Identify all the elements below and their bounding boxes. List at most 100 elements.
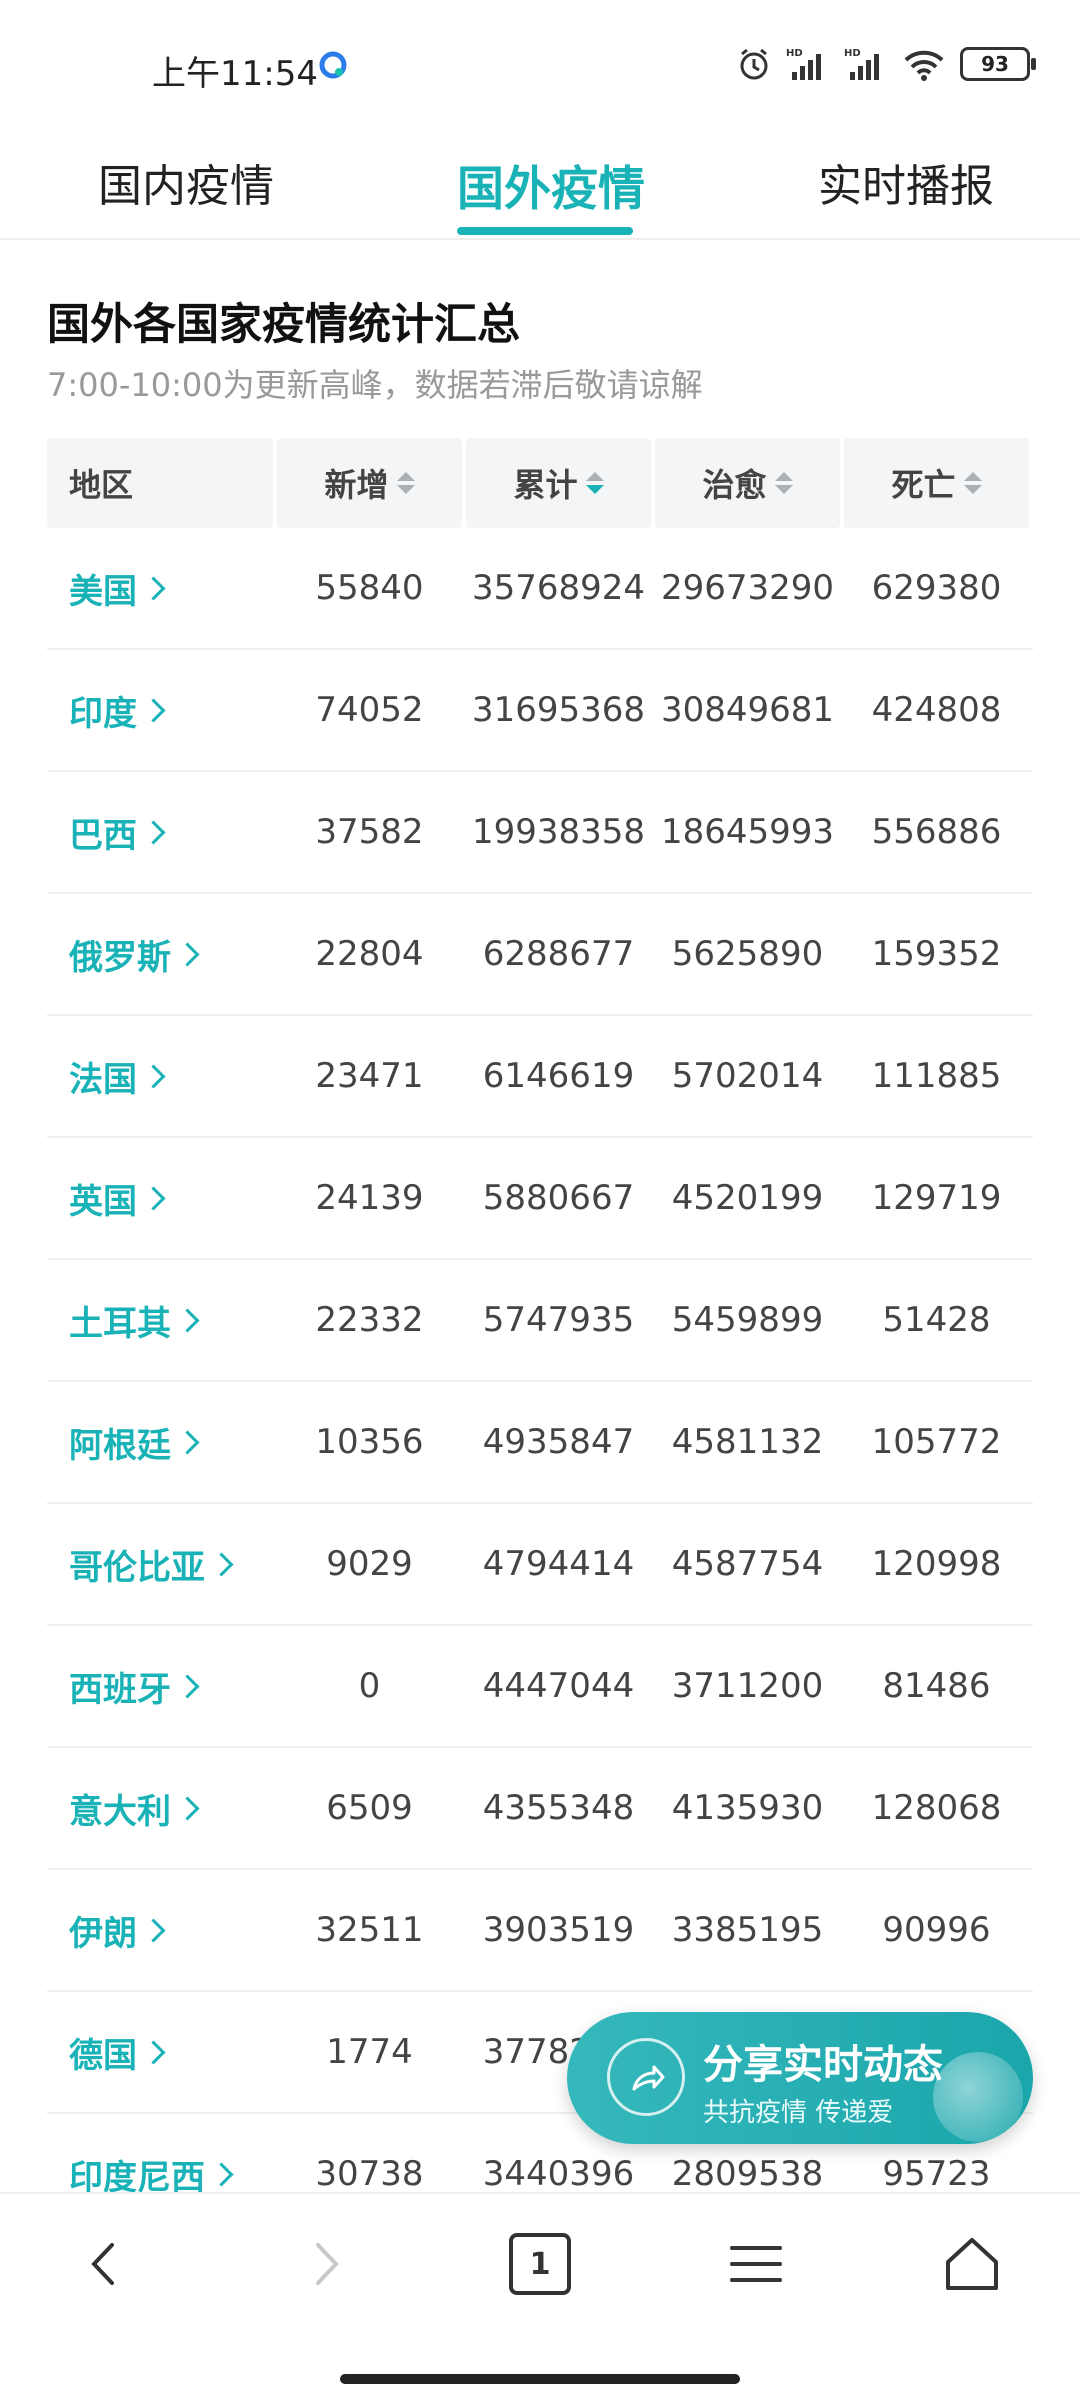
recovered-cell: 3711200 (671, 1666, 824, 1706)
svg-text:HD: HD (786, 48, 803, 59)
recovered-cell: 2809538 (671, 2154, 824, 2194)
signal-hd-icon-1: HD (786, 46, 830, 82)
table-row: 俄罗斯 22804 6288677 5625890 159352 (47, 894, 1033, 1016)
tab-overseas[interactable]: 国外疫情 (457, 150, 645, 219)
country-link[interactable]: 英国 (47, 1174, 273, 1223)
chevron-right-icon (209, 2161, 234, 2187)
new-cases-cell: 6509 (326, 1788, 413, 1828)
country-link[interactable]: 意大利 (47, 1784, 273, 1833)
status-icons: HD HD 93 (736, 46, 1036, 82)
status-time: 上午11:54 (152, 54, 318, 94)
new-cases-cell: 9029 (326, 1544, 413, 1584)
deaths-cell: 51428 (882, 1300, 991, 1340)
chevron-right-icon (175, 1429, 200, 1455)
top-tabs: 国内疫情 国外疫情 实时播报 (0, 130, 1080, 240)
forward-arrow-icon (316, 2243, 339, 2285)
total-cases-cell: 5747935 (482, 1300, 635, 1340)
recovered-cell: 30849681 (660, 690, 835, 730)
tabs-button[interactable]: 1 (500, 2224, 580, 2304)
alarm-icon (736, 46, 772, 82)
country-link[interactable]: 法国 (47, 1052, 273, 1101)
total-cases-cell: 6146619 (482, 1056, 635, 1096)
back-arrow-icon (91, 2243, 114, 2285)
country-link[interactable]: 美国 (47, 564, 273, 613)
table-row: 法国 23471 6146619 5702014 111885 (47, 1016, 1033, 1138)
new-cases-cell: 32511 (315, 1910, 424, 1950)
chevron-right-icon (141, 1917, 166, 1943)
country-link[interactable]: 印度 (47, 686, 273, 735)
status-bar: 上午11:54 HD HD 93 (0, 0, 1080, 130)
chevron-right-icon (141, 697, 166, 723)
new-cases-cell: 1774 (326, 2032, 413, 2072)
svg-text:HD: HD (844, 48, 861, 59)
total-cases-cell: 4355348 (482, 1788, 635, 1828)
deaths-cell: 424808 (871, 690, 1002, 730)
recovered-cell: 18645993 (660, 812, 835, 852)
table-row: 英国 24139 5880667 4520199 129719 (47, 1138, 1033, 1260)
browser-bottom-nav: 1 (0, 2192, 1080, 2330)
sort-icon (963, 472, 982, 494)
back-button[interactable] (64, 2224, 144, 2304)
recovered-cell: 4581132 (671, 1422, 824, 1462)
header-recovered[interactable]: 治愈 (655, 438, 840, 528)
chevron-right-icon (175, 1673, 200, 1699)
chevron-right-icon (175, 941, 200, 967)
forward-button[interactable] (286, 2224, 366, 2304)
total-cases-cell: 4935847 (482, 1422, 635, 1462)
recovered-cell: 4587754 (671, 1544, 824, 1584)
recovered-cell: 29673290 (660, 568, 835, 608)
tab-live-updates[interactable]: 实时播报 (818, 150, 994, 214)
share-live-button[interactable]: 分享实时动态 共抗疫情 传递爱 (567, 2012, 1033, 2144)
app-notification-icon (318, 50, 348, 80)
table-body: 美国 55840 35768924 29673290 629380 印度 740… (47, 528, 1033, 2236)
country-link[interactable]: 俄罗斯 (47, 930, 273, 979)
deaths-cell: 105772 (871, 1422, 1002, 1462)
deaths-cell: 556886 (871, 812, 1002, 852)
tab-domestic[interactable]: 国内疫情 (98, 150, 274, 214)
sort-active-icon (585, 472, 604, 494)
table-row: 巴西 37582 19938358 18645993 556886 (47, 772, 1033, 894)
deaths-cell: 120998 (871, 1544, 1002, 1584)
total-cases-cell: 6288677 (482, 934, 635, 974)
country-link[interactable]: 巴西 (47, 808, 273, 857)
battery-indicator: 93 (960, 47, 1036, 81)
country-link[interactable]: 哥伦比亚 (47, 1540, 273, 1589)
new-cases-cell: 74052 (315, 690, 424, 730)
deaths-cell: 159352 (871, 934, 1002, 974)
table-row: 阿根廷 10356 4935847 4581132 105772 (47, 1382, 1033, 1504)
country-link[interactable]: 西班牙 (47, 1662, 273, 1711)
table-row: 伊朗 32511 3903519 3385195 90996 (47, 1870, 1033, 1992)
country-link[interactable]: 伊朗 (47, 1906, 273, 1955)
new-cases-cell: 55840 (315, 568, 424, 608)
table-row: 意大利 6509 4355348 4135930 128068 (47, 1748, 1033, 1870)
deaths-cell: 111885 (871, 1056, 1002, 1096)
table-row: 哥伦比亚 9029 4794414 4587754 120998 (47, 1504, 1033, 1626)
table-row: 西班牙 0 4447044 3711200 81486 (47, 1626, 1033, 1748)
country-link[interactable]: 阿根廷 (47, 1418, 273, 1467)
header-total-cases[interactable]: 累计 (466, 438, 651, 528)
home-button[interactable] (932, 2224, 1012, 2304)
total-cases-cell: 19938358 (471, 812, 646, 852)
country-link[interactable]: 德国 (47, 2028, 273, 2077)
wifi-icon (902, 46, 946, 82)
share-icon (607, 2038, 685, 2116)
page-title: 国外各国家疫情统计汇总 (47, 300, 520, 350)
deaths-cell: 81486 (882, 1666, 991, 1706)
header-deaths[interactable]: 死亡 (844, 438, 1029, 528)
deaths-cell: 629380 (871, 568, 1002, 608)
header-new-cases[interactable]: 新增 (277, 438, 462, 528)
recovered-cell: 4135930 (671, 1788, 824, 1828)
page-subtitle: 7:00-10:00为更新高峰，数据若滞后敬请谅解 (47, 366, 703, 404)
chevron-right-icon (141, 1185, 166, 1211)
recovered-cell: 4520199 (671, 1178, 824, 1218)
new-cases-cell: 23471 (315, 1056, 424, 1096)
chevron-right-icon (209, 1551, 234, 1577)
table-header: 地区 新增 累计 治愈 死亡 (47, 438, 1033, 528)
gesture-home-bar[interactable] (340, 2374, 740, 2384)
country-link[interactable]: 土耳其 (47, 1296, 273, 1345)
menu-button[interactable] (716, 2224, 796, 2304)
recovered-cell: 5625890 (671, 934, 824, 974)
deaths-cell: 128068 (871, 1788, 1002, 1828)
chevron-right-icon (141, 575, 166, 601)
chevron-right-icon (141, 2039, 166, 2065)
